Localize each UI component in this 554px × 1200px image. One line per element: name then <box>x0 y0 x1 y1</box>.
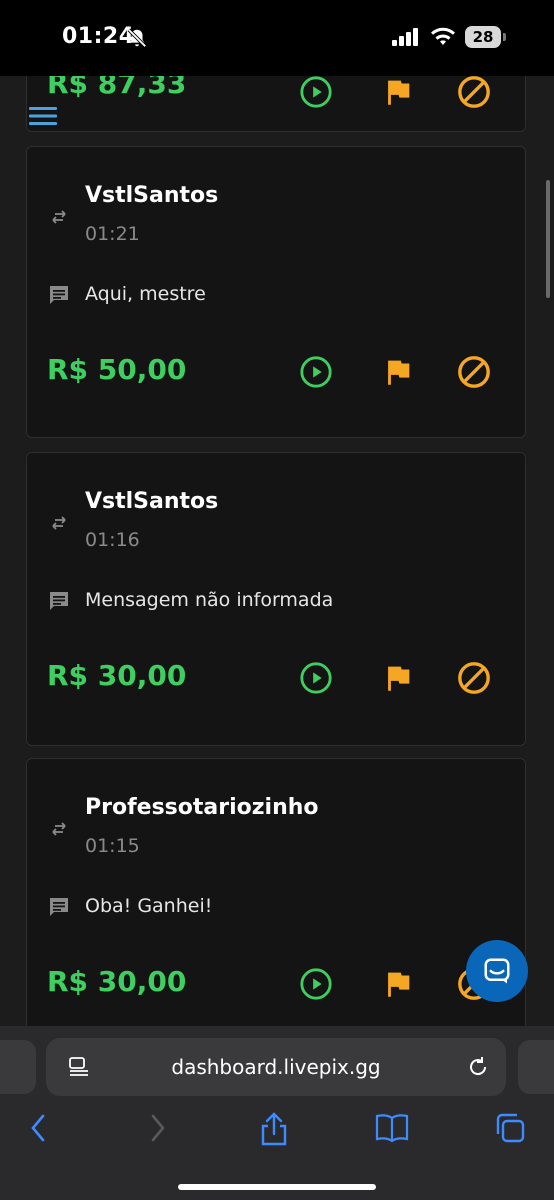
block-icon[interactable] <box>457 355 491 389</box>
donation-amount: R$ 50,00 <box>47 353 187 386</box>
chat-bubble-icon <box>50 898 68 916</box>
support-chat-button[interactable] <box>466 940 528 1002</box>
block-icon[interactable] <box>457 661 491 695</box>
donation-card-partial: R$ 87,33 <box>26 76 526 132</box>
bookmarks-icon[interactable] <box>374 1112 410 1144</box>
donation-card: VstlSantos 01:16 Mensagem não informada … <box>26 452 526 746</box>
swap-arrows-icon <box>52 516 66 530</box>
donation-card: VstlSantos 01:21 Aqui, mestre R$ 50,00 <box>26 146 526 438</box>
play-circle-icon[interactable] <box>299 76 333 109</box>
donation-message: Oba! Ganhei! <box>85 895 213 917</box>
status-time: 01:24 <box>62 24 135 49</box>
swap-arrows-icon <box>52 210 66 224</box>
donor-name: Professotariozinho <box>85 795 319 820</box>
play-circle-icon[interactable] <box>299 355 333 389</box>
donation-time: 01:21 <box>85 223 140 245</box>
status-bar: 01:24 28 <box>0 0 554 76</box>
tabs-icon[interactable] <box>494 1112 526 1144</box>
share-icon[interactable] <box>258 1112 290 1146</box>
flag-icon[interactable] <box>381 967 415 1001</box>
address-bar[interactable]: dashboard.livepix.gg <box>46 1038 506 1096</box>
donation-card: Professotariozinho 01:15 Oba! Ganhei! R$… <box>26 758 526 1026</box>
battery-indicator: 28 <box>465 26 501 48</box>
wifi-icon <box>431 27 455 45</box>
hamburger-menu-icon[interactable] <box>29 105 59 127</box>
donation-feed: R$ 87,33 VstlSantos 01:21 Aqui, mestre R… <box>0 76 554 1026</box>
flag-icon[interactable] <box>381 661 415 695</box>
chat-bubble-icon <box>50 286 68 304</box>
donation-message: Aqui, mestre <box>85 283 206 305</box>
play-circle-icon[interactable] <box>299 967 333 1001</box>
cellular-signal-icon <box>392 28 418 46</box>
donation-message: Mensagem não informada <box>85 589 334 611</box>
donor-name: VstlSantos <box>85 489 219 514</box>
flag-icon[interactable] <box>381 355 415 389</box>
browser-toolbar: dashboard.livepix.gg <box>0 1026 554 1200</box>
back-icon[interactable] <box>26 1112 50 1144</box>
next-tab-preview[interactable] <box>518 1040 554 1094</box>
donation-amount: R$ 30,00 <box>47 965 187 998</box>
donation-time: 01:16 <box>85 529 140 551</box>
block-icon[interactable] <box>457 76 491 109</box>
bell-muted-icon <box>127 28 147 48</box>
chat-bubble-icon <box>50 592 68 610</box>
donation-amount: R$ 30,00 <box>47 659 187 692</box>
battery-cap <box>503 33 506 41</box>
donation-amount: R$ 87,33 <box>47 76 187 100</box>
url-text[interactable]: dashboard.livepix.gg <box>46 1055 506 1079</box>
previous-tab-preview[interactable] <box>0 1040 36 1094</box>
flag-icon[interactable] <box>381 76 415 109</box>
swap-arrows-icon <box>52 822 66 836</box>
reload-icon[interactable] <box>466 1055 490 1079</box>
play-circle-icon[interactable] <box>299 661 333 695</box>
home-indicator <box>178 1184 376 1190</box>
chat-support-icon <box>484 958 510 984</box>
forward-icon[interactable] <box>146 1112 170 1144</box>
donation-time: 01:15 <box>85 835 140 857</box>
donor-name: VstlSantos <box>85 183 219 208</box>
scrollbar[interactable] <box>546 180 550 298</box>
